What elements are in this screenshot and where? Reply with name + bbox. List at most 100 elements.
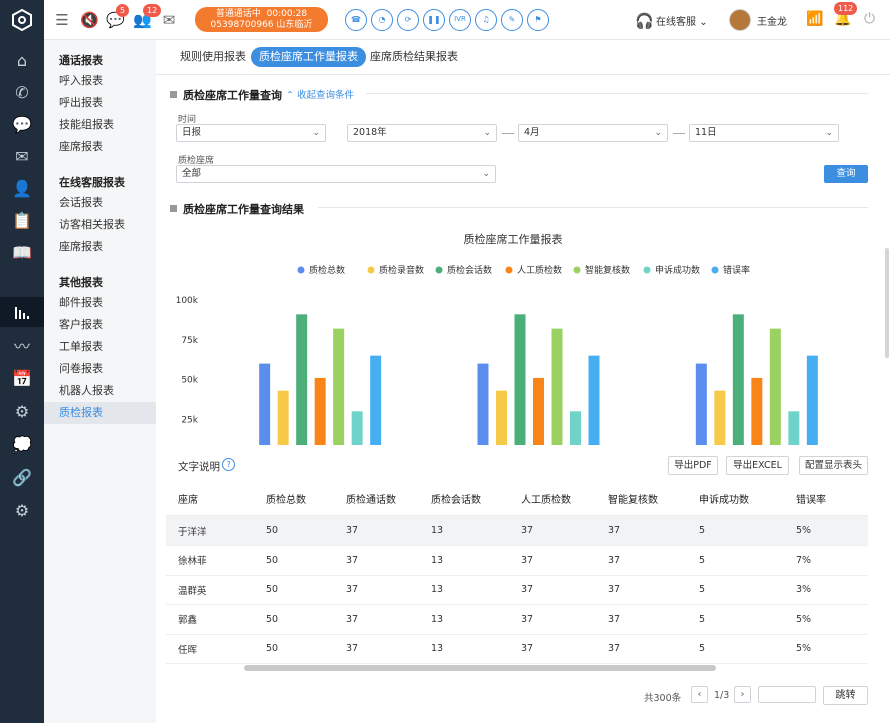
bell-icon[interactable]: 🔔 112 <box>834 2 858 27</box>
transfer-button[interactable]: ⟳ <box>397 9 419 31</box>
period-value: 日报 <box>182 127 202 138</box>
chat-notify-icon[interactable]: 💬 5 <box>106 4 130 29</box>
calendar-icon[interactable]: 📅 <box>0 363 44 393</box>
tag-button[interactable]: ⚑ <box>527 9 549 31</box>
table-row[interactable]: 徐林菲 50 37 13 37 37 5 7% <box>166 546 868 576</box>
settings-badge-icon[interactable]: ⚙ <box>0 396 44 426</box>
day-select[interactable]: 11日 ⌄ <box>689 124 839 142</box>
page-jump-input[interactable] <box>758 686 816 703</box>
subnav-item[interactable]: 工单报表 <box>44 336 156 358</box>
collapse-menu-icon[interactable]: ☰ <box>53 11 71 29</box>
phone-icon[interactable]: ✆ <box>0 77 44 107</box>
hangup-button[interactable]: ☎ <box>345 9 367 31</box>
table-cell: 50 <box>266 584 279 595</box>
vertical-scrollbar[interactable] <box>885 248 889 358</box>
users-badge: 12 <box>143 4 162 17</box>
tab-agent-result[interactable]: 座席质检结果报表 <box>362 47 466 67</box>
tab-agent-workload[interactable]: 质检座席工作量报表 <box>251 47 366 67</box>
table-cell: 37 <box>608 643 621 654</box>
book-icon[interactable]: 📖 <box>0 237 44 267</box>
subnav-item[interactable]: 座席报表 <box>44 236 156 258</box>
consult-button[interactable]: ♫ <box>475 9 497 31</box>
clipboard-icon[interactable]: 📋 <box>0 205 44 235</box>
subnav-item[interactable]: 问卷报表 <box>44 358 156 380</box>
help-icon[interactable]: ? <box>222 458 235 471</box>
users-notify-icon[interactable]: 👥 12 <box>133 4 162 29</box>
subnav-group-title: 通话报表 <box>59 54 103 67</box>
jump-button[interactable]: 跳转 <box>823 686 868 705</box>
chat-icon[interactable]: 💬 <box>0 109 44 139</box>
link-icon[interactable]: 🔗 <box>0 462 44 492</box>
export-pdf-button[interactable]: 导出PDF <box>668 456 718 475</box>
tab-rule-usage[interactable]: 规则使用报表 <box>172 47 254 67</box>
legend-marker <box>711 266 719 274</box>
bar <box>314 377 326 445</box>
home-icon[interactable]: ⌂ <box>0 45 44 75</box>
gear-icon[interactable]: ⚙ <box>0 495 44 525</box>
table-cell: 37 <box>346 584 359 595</box>
message-button[interactable]: ✎ <box>501 9 523 31</box>
ivr-button[interactable]: IVR <box>449 9 471 31</box>
service-status-select[interactable]: 在线客服 ⌄ <box>656 13 708 28</box>
subnav-item[interactable]: 呼出报表 <box>44 92 156 114</box>
export-excel-button[interactable]: 导出EXCEL <box>726 456 789 475</box>
collapse-query-link[interactable]: ⌃ 收起查询条件 <box>286 87 354 101</box>
subnav-item[interactable]: 访客相关报表 <box>44 214 156 236</box>
table-cell: 徐林菲 <box>178 556 207 567</box>
email-icon[interactable]: ✉ <box>0 141 44 171</box>
app-logo[interactable] <box>0 0 44 40</box>
prev-page-button[interactable]: ‹ <box>691 686 708 703</box>
table-cell: 37 <box>521 613 534 625</box>
table-row[interactable]: 任晖 50 37 13 37 37 5 5% <box>166 634 868 664</box>
table-cell: 13 <box>431 525 444 536</box>
comment-icon[interactable]: 💭 <box>0 429 44 459</box>
table-cell: 13 <box>431 643 444 654</box>
chevron-down-icon: ⌄ <box>825 128 833 138</box>
chevron-down-icon: ⌄ <box>312 128 320 138</box>
table-row[interactable]: 郭鑫 50 37 13 37 37 5 5% <box>166 605 868 635</box>
config-columns-button[interactable]: 配置显示表头 <box>799 456 868 475</box>
table-cell: 50 <box>266 643 279 654</box>
period-select[interactable]: 日报 ⌄ <box>176 124 326 142</box>
subnav-item[interactable]: 座席报表 <box>44 136 156 158</box>
subnav-item[interactable]: 机器人报表 <box>44 380 156 402</box>
subnav-item[interactable]: 邮件报表 <box>44 292 156 314</box>
horizontal-scrollbar[interactable] <box>244 665 716 671</box>
pause-button[interactable]: ❚❚ <box>423 9 445 31</box>
mute-icon[interactable]: 🔇 <box>80 11 99 29</box>
agent-select[interactable]: 全部 ⌄ <box>176 165 496 183</box>
call-status-pill[interactable]: 普通通话中 00:00:28 05398700966 山东临沂 <box>195 7 328 32</box>
call-location: 山东临沂 <box>276 20 313 30</box>
year-select[interactable]: 2018年 ⌄ <box>347 124 497 142</box>
subnav-item[interactable]: 技能组报表 <box>44 114 156 136</box>
legend-label: 质检录音数 <box>379 264 424 276</box>
table-cell: 温群英 <box>178 585 207 597</box>
hold-button[interactable]: ◔ <box>371 9 393 31</box>
avatar[interactable] <box>729 9 751 31</box>
table-cell: 37 <box>346 554 359 566</box>
pager-page: 1/3 <box>714 690 730 701</box>
mail-icon[interactable]: ✉ <box>160 11 178 29</box>
month-select[interactable]: 4月 ⌄ <box>518 124 668 142</box>
query-button[interactable]: 查询 <box>824 165 868 183</box>
table-cell: 任晖 <box>178 644 198 656</box>
agent-value: 全部 <box>182 168 202 179</box>
wifi-icon: 📶 <box>806 11 824 27</box>
monitor-icon[interactable]: 〰 <box>0 330 44 360</box>
user-name[interactable]: 王金龙 <box>757 13 787 28</box>
subnav-item[interactable]: 会话报表 <box>44 192 156 214</box>
power-icon[interactable]: ⏻ <box>864 11 875 27</box>
table-row[interactable]: 温群英 50 37 13 37 37 5 3% <box>166 575 868 605</box>
subnav-item[interactable]: 客户报表 <box>44 314 156 336</box>
report-chart-icon[interactable] <box>0 297 44 327</box>
legend-marker <box>435 266 443 274</box>
chevron-down-icon: ⌄ <box>654 128 662 138</box>
bar <box>788 411 800 445</box>
legend-label: 质检总数 <box>309 264 345 276</box>
contact-icon[interactable]: 👤 <box>0 173 44 203</box>
chat-badge: 5 <box>116 4 130 17</box>
subnav-item-quality-report[interactable]: 质检报表 <box>44 402 156 424</box>
next-page-button[interactable]: › <box>734 686 751 703</box>
table-row[interactable]: 于洋洋 50 37 13 37 37 5 5% <box>166 516 868 546</box>
subnav-item[interactable]: 呼入报表 <box>44 70 156 92</box>
